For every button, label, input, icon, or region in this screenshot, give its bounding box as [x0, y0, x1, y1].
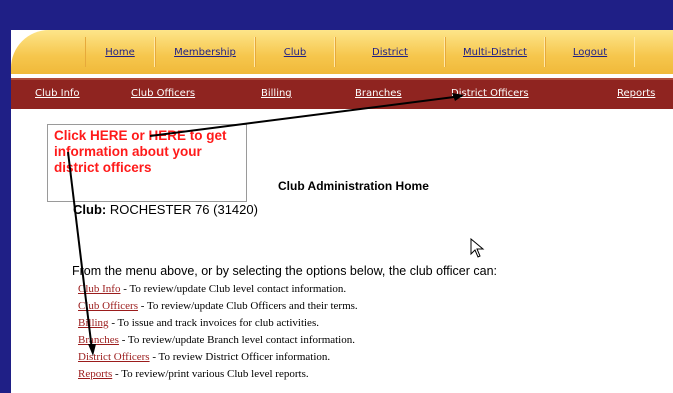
arrow-head-subnav — [452, 93, 464, 101]
arrow-to-option — [67, 151, 93, 351]
arrow-to-subnav — [149, 95, 463, 137]
mouse-pointer-icon — [470, 238, 485, 258]
arrow-head-option — [88, 344, 96, 356]
annotation-arrows — [67, 93, 464, 356]
